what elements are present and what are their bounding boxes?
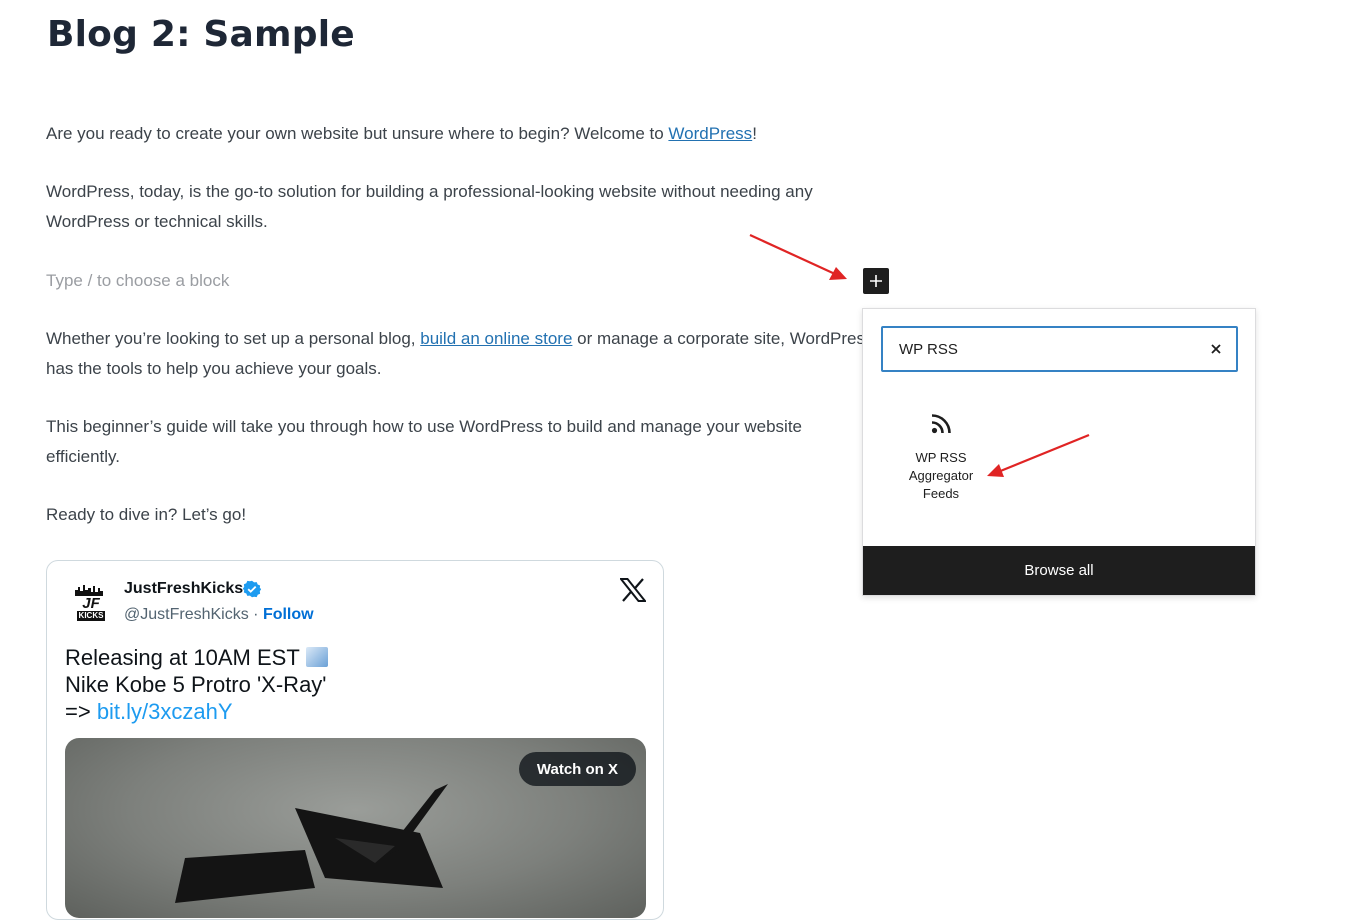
clear-search-button[interactable] <box>1206 339 1226 359</box>
paragraph-intro-end: ! <box>752 124 757 143</box>
tweet-short-link[interactable]: bit.ly/3xczahY <box>97 699 233 724</box>
block-inserter-popover: WP RSS Aggregator Feeds Browse all <box>862 308 1256 596</box>
author-handle[interactable]: @JustFreshKicks <box>124 606 249 623</box>
tweet-line-2: Nike Kobe 5 Protro 'X-Ray' <box>65 672 327 697</box>
paragraph-dive-in[interactable]: Ready to dive in? Let’s go! <box>46 500 876 530</box>
paragraph-guide[interactable]: This beginner’s guide will take you thro… <box>46 412 876 472</box>
watch-on-x-button[interactable]: Watch on X <box>518 752 636 786</box>
online-store-link[interactable]: build an online store <box>420 329 572 348</box>
tweet-embed[interactable]: JF KICKS JustFreshKicks @JustFreshKicks … <box>46 560 664 920</box>
paragraph-goals[interactable]: Whether you’re looking to set up a perso… <box>46 324 876 384</box>
avatar-text-top: JF <box>82 594 100 612</box>
block-result-label: WP RSS Aggregator Feeds <box>908 450 974 501</box>
paragraph-goals-start: Whether you’re looking to set up a perso… <box>46 329 421 348</box>
paragraph-wordpress-today[interactable]: WordPress, today, is the go-to solution … <box>46 177 876 237</box>
tweet-video[interactable]: Watch on X <box>65 738 646 918</box>
handle-separator: · <box>248 606 263 623</box>
wordpress-link[interactable]: WordPress <box>668 124 752 143</box>
tweet-line-1: Releasing at 10AM EST <box>65 645 300 670</box>
xray-emoji-icon <box>305 647 328 667</box>
author-name[interactable]: JustFreshKicks <box>124 580 243 598</box>
author-avatar[interactable]: JF KICKS <box>73 579 109 625</box>
block-result-wp-rss-aggregator[interactable]: WP RSS Aggregator Feeds <box>891 409 991 519</box>
verified-badge-icon <box>243 580 261 598</box>
block-search-input[interactable] <box>899 338 1189 360</box>
follow-link[interactable]: Follow <box>263 606 314 623</box>
avatar-text-bottom: KICKS <box>76 610 106 621</box>
tweet-line-3-prefix: => <box>65 699 97 724</box>
browse-all-button[interactable]: Browse all <box>863 546 1255 595</box>
empty-block-placeholder[interactable]: Type / to choose a block <box>46 266 876 296</box>
skyline-icon <box>75 584 103 596</box>
tweet-text: Releasing at 10AM EST Nike Kobe 5 Protro… <box>65 644 328 725</box>
paragraph-intro[interactable]: Are you ready to create your own website… <box>46 119 876 149</box>
author-handle-line: @JustFreshKicks · Follow <box>124 606 314 624</box>
block-search-box[interactable] <box>881 326 1238 372</box>
post-title[interactable]: Blog 2: Sample <box>47 14 355 55</box>
rss-icon <box>931 414 951 434</box>
x-logo-icon[interactable] <box>620 578 646 602</box>
plus-icon <box>870 275 882 287</box>
paragraph-intro-text: Are you ready to create your own website… <box>46 124 669 143</box>
block-inserter-button[interactable] <box>863 268 889 294</box>
close-icon <box>1211 344 1221 354</box>
